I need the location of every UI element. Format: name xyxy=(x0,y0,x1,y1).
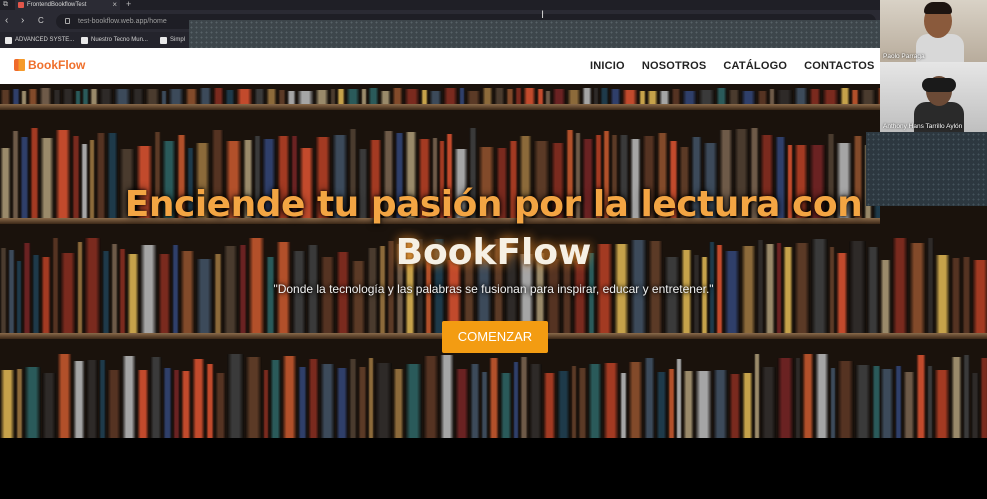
new-tab-button[interactable]: + xyxy=(126,0,131,9)
bookmark-item[interactable]: Simpl xyxy=(160,34,185,46)
bookmark-label: Simpl xyxy=(170,37,186,43)
bookmark-item[interactable]: Nuestro Tecno Mun... xyxy=(81,34,148,46)
participant-video-tile[interactable]: Paolo Parraga xyxy=(880,0,987,62)
hero-title-brand: BookFlow xyxy=(395,232,592,273)
screen-share-overlay xyxy=(866,132,987,206)
bookmark-label: Nuestro Tecno Mun... xyxy=(91,37,148,43)
start-button[interactable]: COMENZAR xyxy=(442,321,548,353)
book-logo-icon xyxy=(14,59,25,71)
bookmark-icon xyxy=(5,37,12,44)
back-button[interactable]: ‹ xyxy=(5,15,8,27)
main-nav: INICIO NOSOTROS CATÁLOGO CONTACTOS xyxy=(590,60,875,72)
text-cursor-icon: I xyxy=(541,9,545,21)
reload-button[interactable]: C xyxy=(38,15,44,27)
site-header: BookFlow INICIO NOSOTROS CATÁLOGO CONTAC… xyxy=(0,48,880,84)
bookmark-icon xyxy=(81,37,88,44)
nav-link-inicio[interactable]: INICIO xyxy=(590,60,625,72)
headset-icon xyxy=(922,78,956,92)
bookmark-item[interactable]: ADVANCED SYSTE... xyxy=(5,34,74,46)
tab-title: FrontendBookflowTest xyxy=(27,2,87,8)
close-tab-icon[interactable]: × xyxy=(112,0,117,10)
favicon-icon xyxy=(18,2,24,8)
browser-tab-bar: ⧉ FrontendBookflowTest × + xyxy=(0,0,987,10)
browser-tab[interactable]: FrontendBookflowTest × xyxy=(15,0,120,10)
participant-video-tile[interactable]: Anthony Hans Tarrillo Aylón xyxy=(880,62,987,132)
nav-link-catalogo[interactable]: CATÁLOGO xyxy=(723,60,787,72)
site-logo[interactable]: BookFlow xyxy=(14,58,85,72)
url-text: test-bookflow.web.app/home xyxy=(78,18,167,25)
participant-name: Paolo Parraga xyxy=(883,53,925,60)
lock-icon xyxy=(65,18,70,24)
participant-name: Anthony Hans Tarrillo Aylón xyxy=(883,123,963,130)
nav-link-nosotros[interactable]: NOSOTROS xyxy=(642,60,707,72)
hero-title: Enciende tu pasión por la lectura con xyxy=(124,184,863,225)
participant-hair xyxy=(924,2,952,14)
bookmark-label: ADVANCED SYSTE... xyxy=(15,37,75,43)
tab-list-icon[interactable]: ⧉ xyxy=(3,1,8,9)
nav-link-contactos[interactable]: CONTACTOS xyxy=(804,60,874,72)
logo-text: BookFlow xyxy=(28,58,86,72)
hero-subtitle: "Donde la tecnología y las palabras se f… xyxy=(273,282,714,296)
bookmark-icon xyxy=(160,37,167,44)
forward-button[interactable]: › xyxy=(21,15,24,27)
